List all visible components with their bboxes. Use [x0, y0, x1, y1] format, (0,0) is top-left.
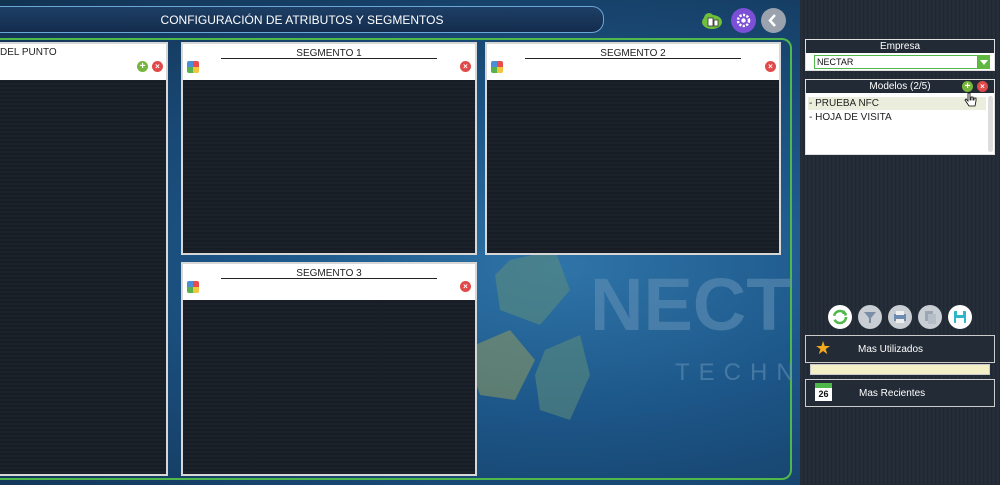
mas-utilizados-label: Mas Utilizados [858, 344, 924, 355]
main-area: CONFIGURACIÓN DE ATRIBUTOS Y SEGMENTOS N… [0, 0, 800, 485]
cloud-devices-icon[interactable] [700, 8, 725, 33]
refresh-icon[interactable] [828, 305, 852, 329]
copy-icon[interactable] [918, 305, 942, 329]
delete-icon[interactable]: × [765, 61, 776, 72]
filter-icon[interactable] [858, 305, 882, 329]
add-icon[interactable]: + [137, 61, 148, 72]
back-arrow-icon[interactable] [761, 8, 786, 33]
empresa-value: NECTAR [817, 57, 854, 67]
title-divider [525, 58, 741, 59]
segment-2-panel: SEGMENTO 2 × [485, 42, 781, 255]
sidebar: Empresa NECTAR Modelos (2/5) + × - PRUEB… [800, 0, 1000, 485]
delete-icon[interactable]: × [152, 61, 163, 72]
mas-recientes-button[interactable]: 26 Mas Recientes [805, 379, 995, 407]
mas-recientes-label: Mas Recientes [859, 388, 926, 399]
title-divider [221, 58, 437, 59]
empresa-select[interactable]: NECTAR [814, 55, 978, 69]
save-icon[interactable] [948, 305, 972, 329]
settings-icon[interactable] [731, 8, 756, 33]
watermark-text: NECT [590, 263, 791, 346]
nectar-logo-watermark: NECT TECHNO [470, 250, 800, 420]
empresa-panel: Empresa NECTAR [805, 39, 995, 71]
chevron-down-icon [980, 60, 988, 65]
attributes-icon[interactable] [491, 61, 503, 73]
mas-utilizados-button[interactable]: ★ Mas Utilizados [805, 335, 995, 363]
panel-body [183, 300, 475, 474]
title-divider [221, 278, 437, 279]
list-item[interactable]: - HOJA DE VISITA [808, 111, 986, 124]
delete-model-icon[interactable]: × [977, 81, 988, 92]
delete-icon[interactable]: × [460, 281, 471, 292]
watermark-subtext: TECHNO [675, 359, 800, 386]
page-title: CONFIGURACIÓN DE ATRIBUTOS Y SEGMENTOS [0, 6, 604, 33]
scrollbar[interactable] [988, 96, 993, 152]
attributes-icon[interactable] [187, 281, 199, 293]
attributes-icon[interactable] [187, 61, 199, 73]
mas-utilizados-list [810, 364, 990, 375]
hand-cursor-icon [964, 92, 977, 114]
list-item[interactable]: - PRUEBA NFC [808, 97, 986, 110]
print-icon[interactable] [888, 305, 912, 329]
dropdown-toggle[interactable] [978, 55, 990, 69]
segment-1-panel: SEGMENTO 1 × [181, 42, 477, 255]
panel-body [487, 80, 779, 253]
calendar-icon: 26 [815, 383, 832, 401]
segment-3-panel: SEGMENTO 3 × [181, 262, 477, 476]
panel-body [183, 80, 475, 253]
delete-icon[interactable]: × [460, 61, 471, 72]
star-icon: ★ [815, 338, 832, 358]
panel-title: DEL PUNTO [0, 47, 57, 58]
add-model-icon[interactable]: + [962, 81, 973, 92]
modelos-panel: Modelos (2/5) + × - PRUEBA NFC - HOJA DE… [805, 79, 995, 155]
empresa-label: Empresa [806, 40, 994, 53]
panel-body [0, 80, 166, 474]
point-attributes-panel: DEL PUNTO + × [0, 42, 168, 476]
